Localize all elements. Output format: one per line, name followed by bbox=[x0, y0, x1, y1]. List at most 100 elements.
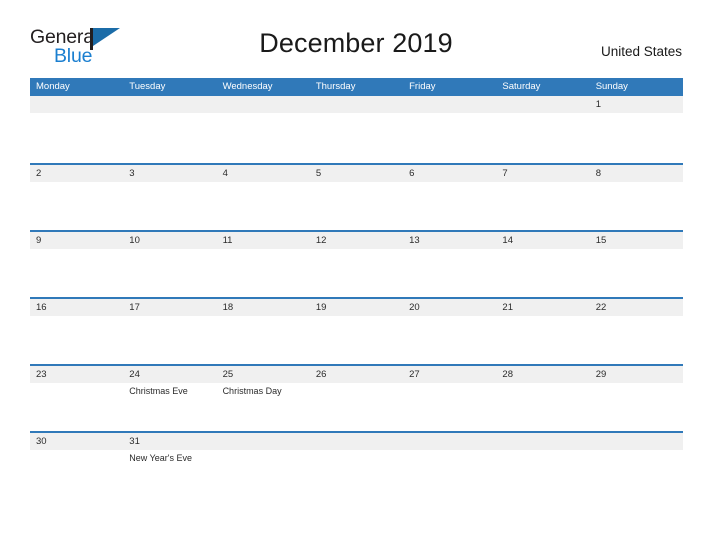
week-cells: 2 3 4 5 6 7 8 bbox=[30, 165, 683, 230]
week-cells: 30 31 New Year's Eve bbox=[30, 433, 683, 473]
calendar-week-row: 16 17 18 19 20 21 22 bbox=[30, 297, 683, 364]
day-events bbox=[409, 249, 496, 251]
calendar-day-cell[interactable]: 10 bbox=[123, 232, 216, 297]
day-number: 4 bbox=[222, 168, 228, 179]
calendar-day-cell[interactable]: 2 bbox=[30, 165, 123, 230]
day-events bbox=[36, 383, 123, 385]
calendar-empty-cell bbox=[123, 96, 216, 163]
day-number: 28 bbox=[502, 369, 513, 380]
page-title: December 2019 bbox=[259, 28, 453, 58]
calendar-day-cell[interactable]: 23 bbox=[30, 366, 123, 431]
calendar-day-cell[interactable]: 5 bbox=[310, 165, 403, 230]
day-number bbox=[316, 96, 403, 113]
calendar-week-row: 1 bbox=[30, 96, 683, 163]
day-events bbox=[36, 182, 123, 184]
calendar-day-cell[interactable]: 17 bbox=[123, 299, 216, 364]
calendar-day-cell[interactable]: 14 bbox=[496, 232, 589, 297]
calendar-day-cell[interactable]: 26 bbox=[310, 366, 403, 431]
calendar-day-cell[interactable]: 4 bbox=[217, 165, 310, 230]
day-events bbox=[409, 113, 496, 115]
weekday-header-thursday: Thursday bbox=[315, 81, 356, 92]
day-number: 9 bbox=[36, 235, 42, 246]
calendar-day-cell[interactable]: 27 bbox=[403, 366, 496, 431]
day-number: 15 bbox=[595, 235, 607, 246]
calendar-day-cell[interactable]: 22 bbox=[590, 299, 683, 364]
day-events bbox=[36, 113, 123, 115]
calendar-empty-cell bbox=[403, 96, 496, 163]
day-number: 7 bbox=[502, 168, 508, 179]
day-number: 30 bbox=[36, 436, 47, 447]
day-number: 12 bbox=[315, 235, 327, 246]
day-number: 23 bbox=[36, 369, 47, 380]
day-events bbox=[316, 383, 403, 385]
calendar-day-cell[interactable]: 8 bbox=[590, 165, 683, 230]
calendar-day-cell[interactable]: 16 bbox=[30, 299, 123, 364]
day-events bbox=[596, 450, 683, 452]
calendar-day-cell[interactable]: 3 bbox=[123, 165, 216, 230]
day-events bbox=[223, 249, 310, 251]
calendar-empty-cell bbox=[310, 433, 403, 473]
calendar-day-cell[interactable]: 28 bbox=[496, 366, 589, 431]
day-number bbox=[36, 96, 123, 113]
day-number: 21 bbox=[502, 302, 513, 313]
calendar-day-cell[interactable]: 11 bbox=[217, 232, 310, 297]
calendar-day-cell[interactable]: 15 bbox=[590, 232, 683, 297]
calendar-day-cell[interactable]: 6 bbox=[403, 165, 496, 230]
day-events bbox=[129, 316, 216, 318]
calendar-day-cell[interactable]: 7 bbox=[496, 165, 589, 230]
calendar-day-cell[interactable]: 19 bbox=[310, 299, 403, 364]
day-events bbox=[409, 383, 496, 385]
calendar-page: General Blue December 2019 United States… bbox=[0, 0, 712, 550]
calendar-day-cell[interactable]: 13 bbox=[403, 232, 496, 297]
calendar-empty-cell bbox=[217, 96, 310, 163]
calendar-day-cell[interactable]: 18 bbox=[217, 299, 310, 364]
calendar-day-cell[interactable]: 1 bbox=[590, 96, 683, 163]
calendar-day-cell[interactable]: 25 Christmas Day bbox=[217, 366, 310, 431]
calendar-day-cell[interactable]: 30 bbox=[30, 433, 123, 473]
weekday-header-monday: Monday bbox=[36, 81, 70, 92]
day-events bbox=[502, 182, 589, 184]
day-events bbox=[223, 113, 310, 115]
country-label: United States bbox=[600, 44, 682, 59]
day-events bbox=[129, 182, 216, 184]
day-number: 8 bbox=[595, 168, 601, 179]
calendar-empty-cell bbox=[590, 433, 683, 473]
day-events bbox=[316, 182, 403, 184]
calendar-empty-cell bbox=[310, 96, 403, 163]
day-number: 29 bbox=[595, 369, 607, 380]
calendar-weeks: 1 2 3 4 5 6 7 8 9 10 11 12 13 14 15 16 17 18 19 20 21 22 23 24 C… bbox=[30, 96, 683, 473]
calendar-day-cell[interactable]: 29 bbox=[590, 366, 683, 431]
calendar-day-cell[interactable]: 9 bbox=[30, 232, 123, 297]
day-events bbox=[596, 249, 683, 251]
day-events bbox=[502, 383, 589, 385]
day-number: 13 bbox=[409, 235, 420, 246]
day-events bbox=[409, 316, 496, 318]
day-number bbox=[502, 433, 589, 450]
day-number: 20 bbox=[409, 302, 420, 313]
day-number bbox=[223, 433, 310, 450]
day-events bbox=[596, 316, 683, 318]
calendar-day-cell[interactable]: 20 bbox=[403, 299, 496, 364]
page-header: General Blue December 2019 United States bbox=[30, 26, 682, 72]
calendar-empty-cell bbox=[496, 96, 589, 163]
day-events bbox=[409, 450, 496, 452]
day-events bbox=[223, 450, 310, 452]
calendar-empty-cell bbox=[217, 433, 310, 473]
holiday-label: Christmas Day bbox=[222, 386, 282, 396]
weekday-header-row: Monday Tuesday Wednesday Thursday Friday… bbox=[30, 78, 683, 96]
calendar-day-cell[interactable]: 12 bbox=[310, 232, 403, 297]
calendar-grid: Monday Tuesday Wednesday Thursday Friday… bbox=[30, 78, 683, 473]
day-number: 14 bbox=[502, 235, 513, 246]
day-events: New Year's Eve bbox=[129, 450, 216, 464]
calendar-day-cell[interactable]: 24 Christmas Eve bbox=[123, 366, 216, 431]
calendar-day-cell[interactable]: 21 bbox=[496, 299, 589, 364]
day-number: 1 bbox=[595, 99, 601, 110]
day-events bbox=[596, 113, 683, 115]
day-events bbox=[316, 450, 403, 452]
day-events bbox=[36, 316, 123, 318]
weekday-header-saturday: Saturday bbox=[502, 81, 541, 92]
day-number: 25 bbox=[222, 369, 234, 380]
calendar-day-cell[interactable]: 31 New Year's Eve bbox=[123, 433, 216, 473]
day-events bbox=[223, 182, 310, 184]
week-cells: 9 10 11 12 13 14 15 bbox=[30, 232, 683, 297]
